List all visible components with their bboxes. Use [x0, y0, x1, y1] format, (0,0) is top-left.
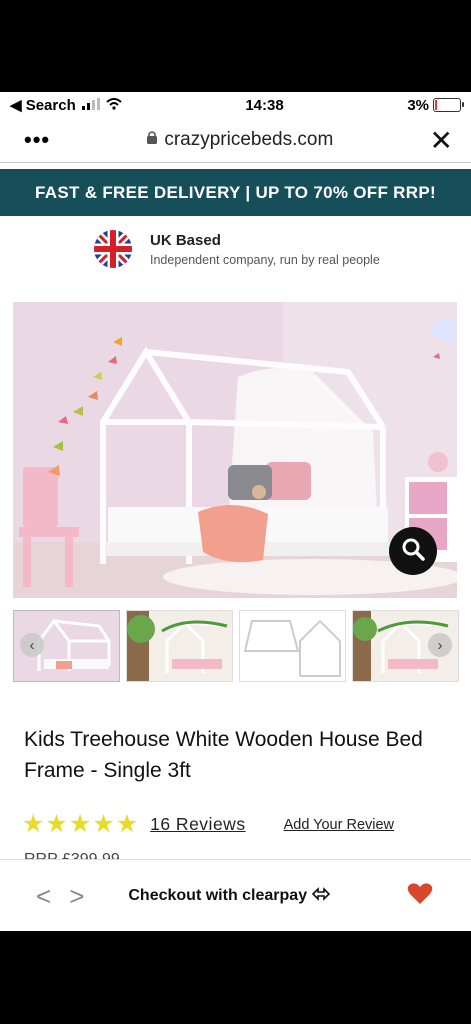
- clearpay-checkout-button[interactable]: Checkout with clearpay: [128, 886, 331, 906]
- thumbnail-3[interactable]: [239, 610, 346, 682]
- star-icon: ★: [45, 810, 68, 838]
- thumbnail-2[interactable]: [126, 610, 233, 682]
- add-review-link[interactable]: Add Your Review: [284, 817, 394, 833]
- product-title: Kids Treehouse White Wooden House Bed Fr…: [24, 728, 423, 782]
- star-icon: ★: [22, 810, 45, 838]
- zoom-button[interactable]: [389, 527, 437, 575]
- product-rating: ★ ★ ★ ★ ★ 16 Reviews Add Your Review: [22, 812, 394, 837]
- back-button[interactable]: <: [36, 881, 51, 912]
- thumbnail-1[interactable]: ‹: [13, 610, 120, 682]
- thumbnail-4[interactable]: ›: [352, 610, 459, 682]
- gallery-next-button[interactable]: ›: [428, 633, 452, 657]
- next-label: ›: [437, 636, 443, 654]
- uk-based-title: UK Based: [150, 231, 221, 249]
- back-to-search-link[interactable]: ◀ Search: [10, 96, 76, 114]
- clock: 14:38: [245, 96, 284, 114]
- url-text: crazypricebeds.com: [164, 129, 334, 150]
- back-label: Search: [25, 97, 76, 114]
- status-bar: ◀ Search 14:38 3%: [0, 92, 471, 118]
- phone-screen: ◀ Search 14:38 3% ••• crazypricebeds.com…: [0, 92, 471, 931]
- browser-url-bar: ••• crazypricebeds.com ✕: [0, 118, 471, 163]
- uk-based-subtitle: Independent company, run by real people: [150, 252, 380, 267]
- star-icon: ★: [115, 810, 139, 838]
- uk-based-badge: UK Based Independent company, run by rea…: [94, 230, 471, 268]
- address-field[interactable]: crazypricebeds.com: [146, 129, 333, 151]
- promo-banner: FAST & FREE DELIVERY | UP TO 70% OFF RRP…: [0, 169, 471, 216]
- thumbnail-gallery: ‹ ›: [13, 610, 459, 682]
- forward-button[interactable]: >: [69, 881, 84, 912]
- signal-icon: [81, 97, 100, 114]
- wifi-icon: [106, 97, 122, 114]
- lock-icon: [146, 129, 158, 151]
- wishlist-button[interactable]: [407, 882, 433, 911]
- reviews-link[interactable]: 16 Reviews: [150, 814, 245, 835]
- search-icon: [401, 537, 425, 566]
- star-rating: ★ ★ ★ ★ ★: [22, 812, 138, 837]
- uk-flag-icon: [94, 230, 132, 268]
- heart-icon: [407, 882, 433, 910]
- more-menu-button[interactable]: •••: [24, 127, 50, 153]
- page-nav: < >: [36, 881, 84, 912]
- status-right: 3%: [407, 96, 464, 114]
- star-icon: ★: [92, 810, 115, 838]
- close-icon[interactable]: ✕: [430, 124, 453, 157]
- status-left: ◀ Search: [10, 96, 122, 114]
- gallery-prev-button[interactable]: ‹: [20, 633, 44, 657]
- clearpay-icon: [311, 886, 331, 906]
- uk-based-text: UK Based Independent company, run by rea…: [150, 232, 380, 267]
- prev-label: ‹: [29, 636, 35, 654]
- star-icon: ★: [68, 810, 92, 838]
- battery-percent: 3%: [407, 96, 429, 114]
- bottom-action-bar: < > Checkout with clearpay: [0, 859, 471, 931]
- checkout-label: Checkout with clearpay: [128, 887, 308, 904]
- battery-icon: [433, 98, 464, 112]
